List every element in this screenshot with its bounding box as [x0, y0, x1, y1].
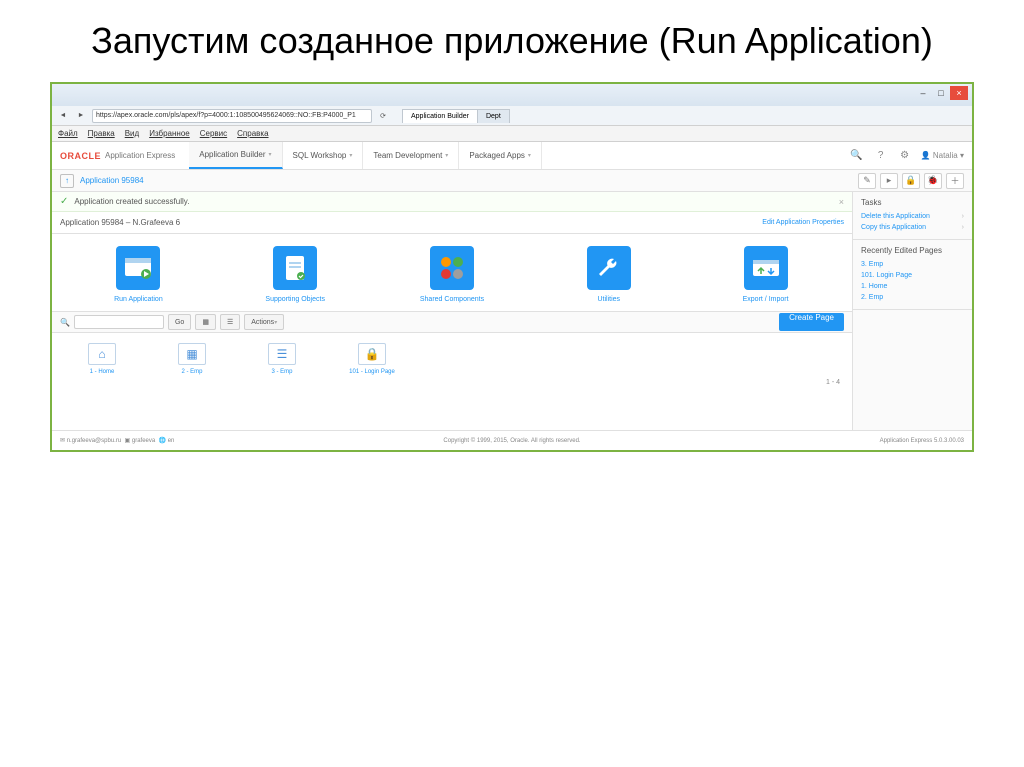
bc-add-icon[interactable]: ＋ [946, 173, 964, 189]
menu-help[interactable]: Справка [237, 129, 268, 138]
footer-email[interactable]: ✉ n.grafeeva@spbu.ru [60, 437, 121, 444]
browser-address-bar: ◄ ► https://apex.oracle.com/pls/apex/f?p… [52, 106, 972, 126]
form-icon: ☰ [268, 343, 296, 365]
user-menu[interactable]: 👤 Natalia ▾ [921, 151, 964, 160]
forward-button[interactable]: ► [74, 109, 88, 123]
tile-export-import[interactable]: Export / Import [721, 246, 811, 303]
tab-app-builder[interactable]: Application Builder▾ [189, 142, 282, 169]
app-info-row: Application 95984 – N.Grafeeva 6 Edit Ap… [52, 212, 852, 234]
chevron-down-icon: ▾ [269, 151, 272, 158]
footer-copyright: Copyright © 1999, 2015, Oracle. All righ… [443, 438, 580, 444]
page-card-login[interactable]: 🔒 101 - Login Page [342, 343, 402, 375]
chevron-down-icon: ▾ [528, 152, 531, 159]
tab-sql-workshop[interactable]: SQL Workshop▾ [283, 142, 364, 169]
grid-view-button[interactable]: ▦ [195, 314, 216, 330]
help-icon[interactable]: ? [873, 148, 889, 164]
ie-menu-bar: Файл Правка Вид Избранное Сервис Справка [52, 126, 972, 142]
actions-menu[interactable]: Actions ▾ [244, 314, 284, 330]
menu-view[interactable]: Вид [125, 129, 139, 138]
export-import-icon [744, 246, 788, 290]
task-delete-app[interactable]: Delete this Application› [861, 211, 964, 222]
refresh-button[interactable]: ⟳ [376, 109, 390, 123]
url-field[interactable]: https://apex.oracle.com/pls/apex/f?p=400… [92, 109, 372, 123]
breadcrumb-app[interactable]: Application 95984 [80, 176, 144, 185]
oracle-logo: ORACLE [60, 151, 101, 161]
bc-lock-icon[interactable]: 🔒 [902, 173, 920, 189]
menu-edit[interactable]: Правка [88, 129, 115, 138]
back-button[interactable]: ◄ [56, 109, 70, 123]
run-application-icon [116, 246, 160, 290]
search-input[interactable] [74, 315, 164, 329]
chevron-right-icon: › [962, 213, 964, 220]
tab-packaged-apps[interactable]: Packaged Apps▾ [459, 142, 542, 169]
tasks-heading: Tasks [861, 198, 964, 207]
page-card-emp2[interactable]: ▦ 2 - Emp [162, 343, 222, 375]
footer: ✉ n.grafeeva@spbu.ru ▣ grafeeva 🌐 en Cop… [52, 430, 972, 450]
breadcrumb: ↑ Application 95984 ✎ ▸ 🔒 🐞 ＋ [52, 170, 972, 192]
task-copy-app[interactable]: Copy this Application› [861, 222, 964, 233]
menu-favorites[interactable]: Избранное [149, 129, 190, 138]
close-button[interactable]: × [950, 86, 968, 100]
settings-icon[interactable]: ⚙ [897, 148, 913, 164]
table-icon: ▦ [178, 343, 206, 365]
tile-shared-components[interactable]: Shared Components [407, 246, 497, 303]
browser-frame: – □ × ◄ ► https://apex.oracle.com/pls/ap… [50, 82, 974, 452]
page-card-emp3[interactable]: ☰ 3 - Emp [252, 343, 312, 375]
tiles-row: Run Application Supporting Objects Share… [52, 234, 852, 311]
bc-run-icon[interactable]: ▸ [880, 173, 898, 189]
search-icon[interactable]: 🔍 [849, 148, 865, 164]
pages-toolbar: 🔍 Go ▦ ☰ Actions ▾ Create Page [52, 311, 852, 333]
browser-tab-1[interactable]: Dept [477, 109, 510, 123]
app-name: Application 95984 – N.Grafeeva 6 [60, 218, 180, 227]
create-page-button[interactable]: Create Page [779, 313, 844, 331]
app-header: ORACLE Application Express Application B… [52, 142, 972, 170]
edit-app-properties-link[interactable]: Edit Application Properties [762, 219, 844, 226]
search-icon[interactable]: 🔍 [60, 318, 70, 327]
tab-team-dev[interactable]: Team Development▾ [363, 142, 459, 169]
success-message: ✓ Application created successfully. × [52, 192, 852, 212]
chevron-down-icon: ▾ [349, 152, 352, 159]
breadcrumb-up-icon[interactable]: ↑ [60, 174, 74, 188]
footer-lang: 🌐 en [159, 437, 175, 444]
recent-heading: Recently Edited Pages [861, 246, 964, 255]
minimize-button[interactable]: – [914, 86, 932, 100]
maximize-button[interactable]: □ [932, 86, 950, 100]
shared-components-icon [430, 246, 474, 290]
wrench-icon [587, 246, 631, 290]
dismiss-message-icon[interactable]: × [839, 197, 844, 207]
browser-titlebar: – □ × [52, 84, 972, 106]
recent-page-1[interactable]: 101. Login Page [861, 270, 964, 281]
slide-title: Запустим созданное приложение (Run Appli… [0, 0, 1024, 72]
pages-list: ⌂ 1 - Home ▦ 2 - Emp ☰ 3 - Emp 🔒 101 - L… [52, 333, 852, 379]
product-name: Application Express [105, 151, 175, 160]
tile-supporting-objects[interactable]: Supporting Objects [250, 246, 340, 303]
footer-version: Application Express 5.0.3.00.03 [880, 438, 964, 444]
footer-workspace: ▣ grafeeva [125, 437, 156, 444]
chevron-down-icon: ▾ [445, 152, 448, 159]
tile-run-application[interactable]: Run Application [93, 246, 183, 303]
bc-edit-icon[interactable]: ✎ [858, 173, 876, 189]
home-icon: ⌂ [88, 343, 116, 365]
lock-icon: 🔒 [358, 343, 386, 365]
tile-utilities[interactable]: Utilities [564, 246, 654, 303]
bc-debug-icon[interactable]: 🐞 [924, 173, 942, 189]
list-view-button[interactable]: ☰ [220, 314, 240, 330]
recent-page-3[interactable]: 2. Emp [861, 292, 964, 303]
browser-tab-0[interactable]: Application Builder [402, 109, 478, 123]
recent-page-0[interactable]: 3. Emp [861, 259, 964, 270]
page-card-home[interactable]: ⌂ 1 - Home [72, 343, 132, 375]
check-icon: ✓ [60, 196, 68, 207]
chevron-right-icon: › [962, 224, 964, 231]
menu-file[interactable]: Файл [58, 129, 78, 138]
supporting-objects-icon [273, 246, 317, 290]
recent-page-2[interactable]: 1. Home [861, 281, 964, 292]
go-button[interactable]: Go [168, 314, 191, 330]
page-count: 1 - 4 [52, 379, 852, 390]
menu-tools[interactable]: Сервис [200, 129, 227, 138]
sidebar: Tasks Delete this Application› Copy this… [852, 192, 972, 430]
